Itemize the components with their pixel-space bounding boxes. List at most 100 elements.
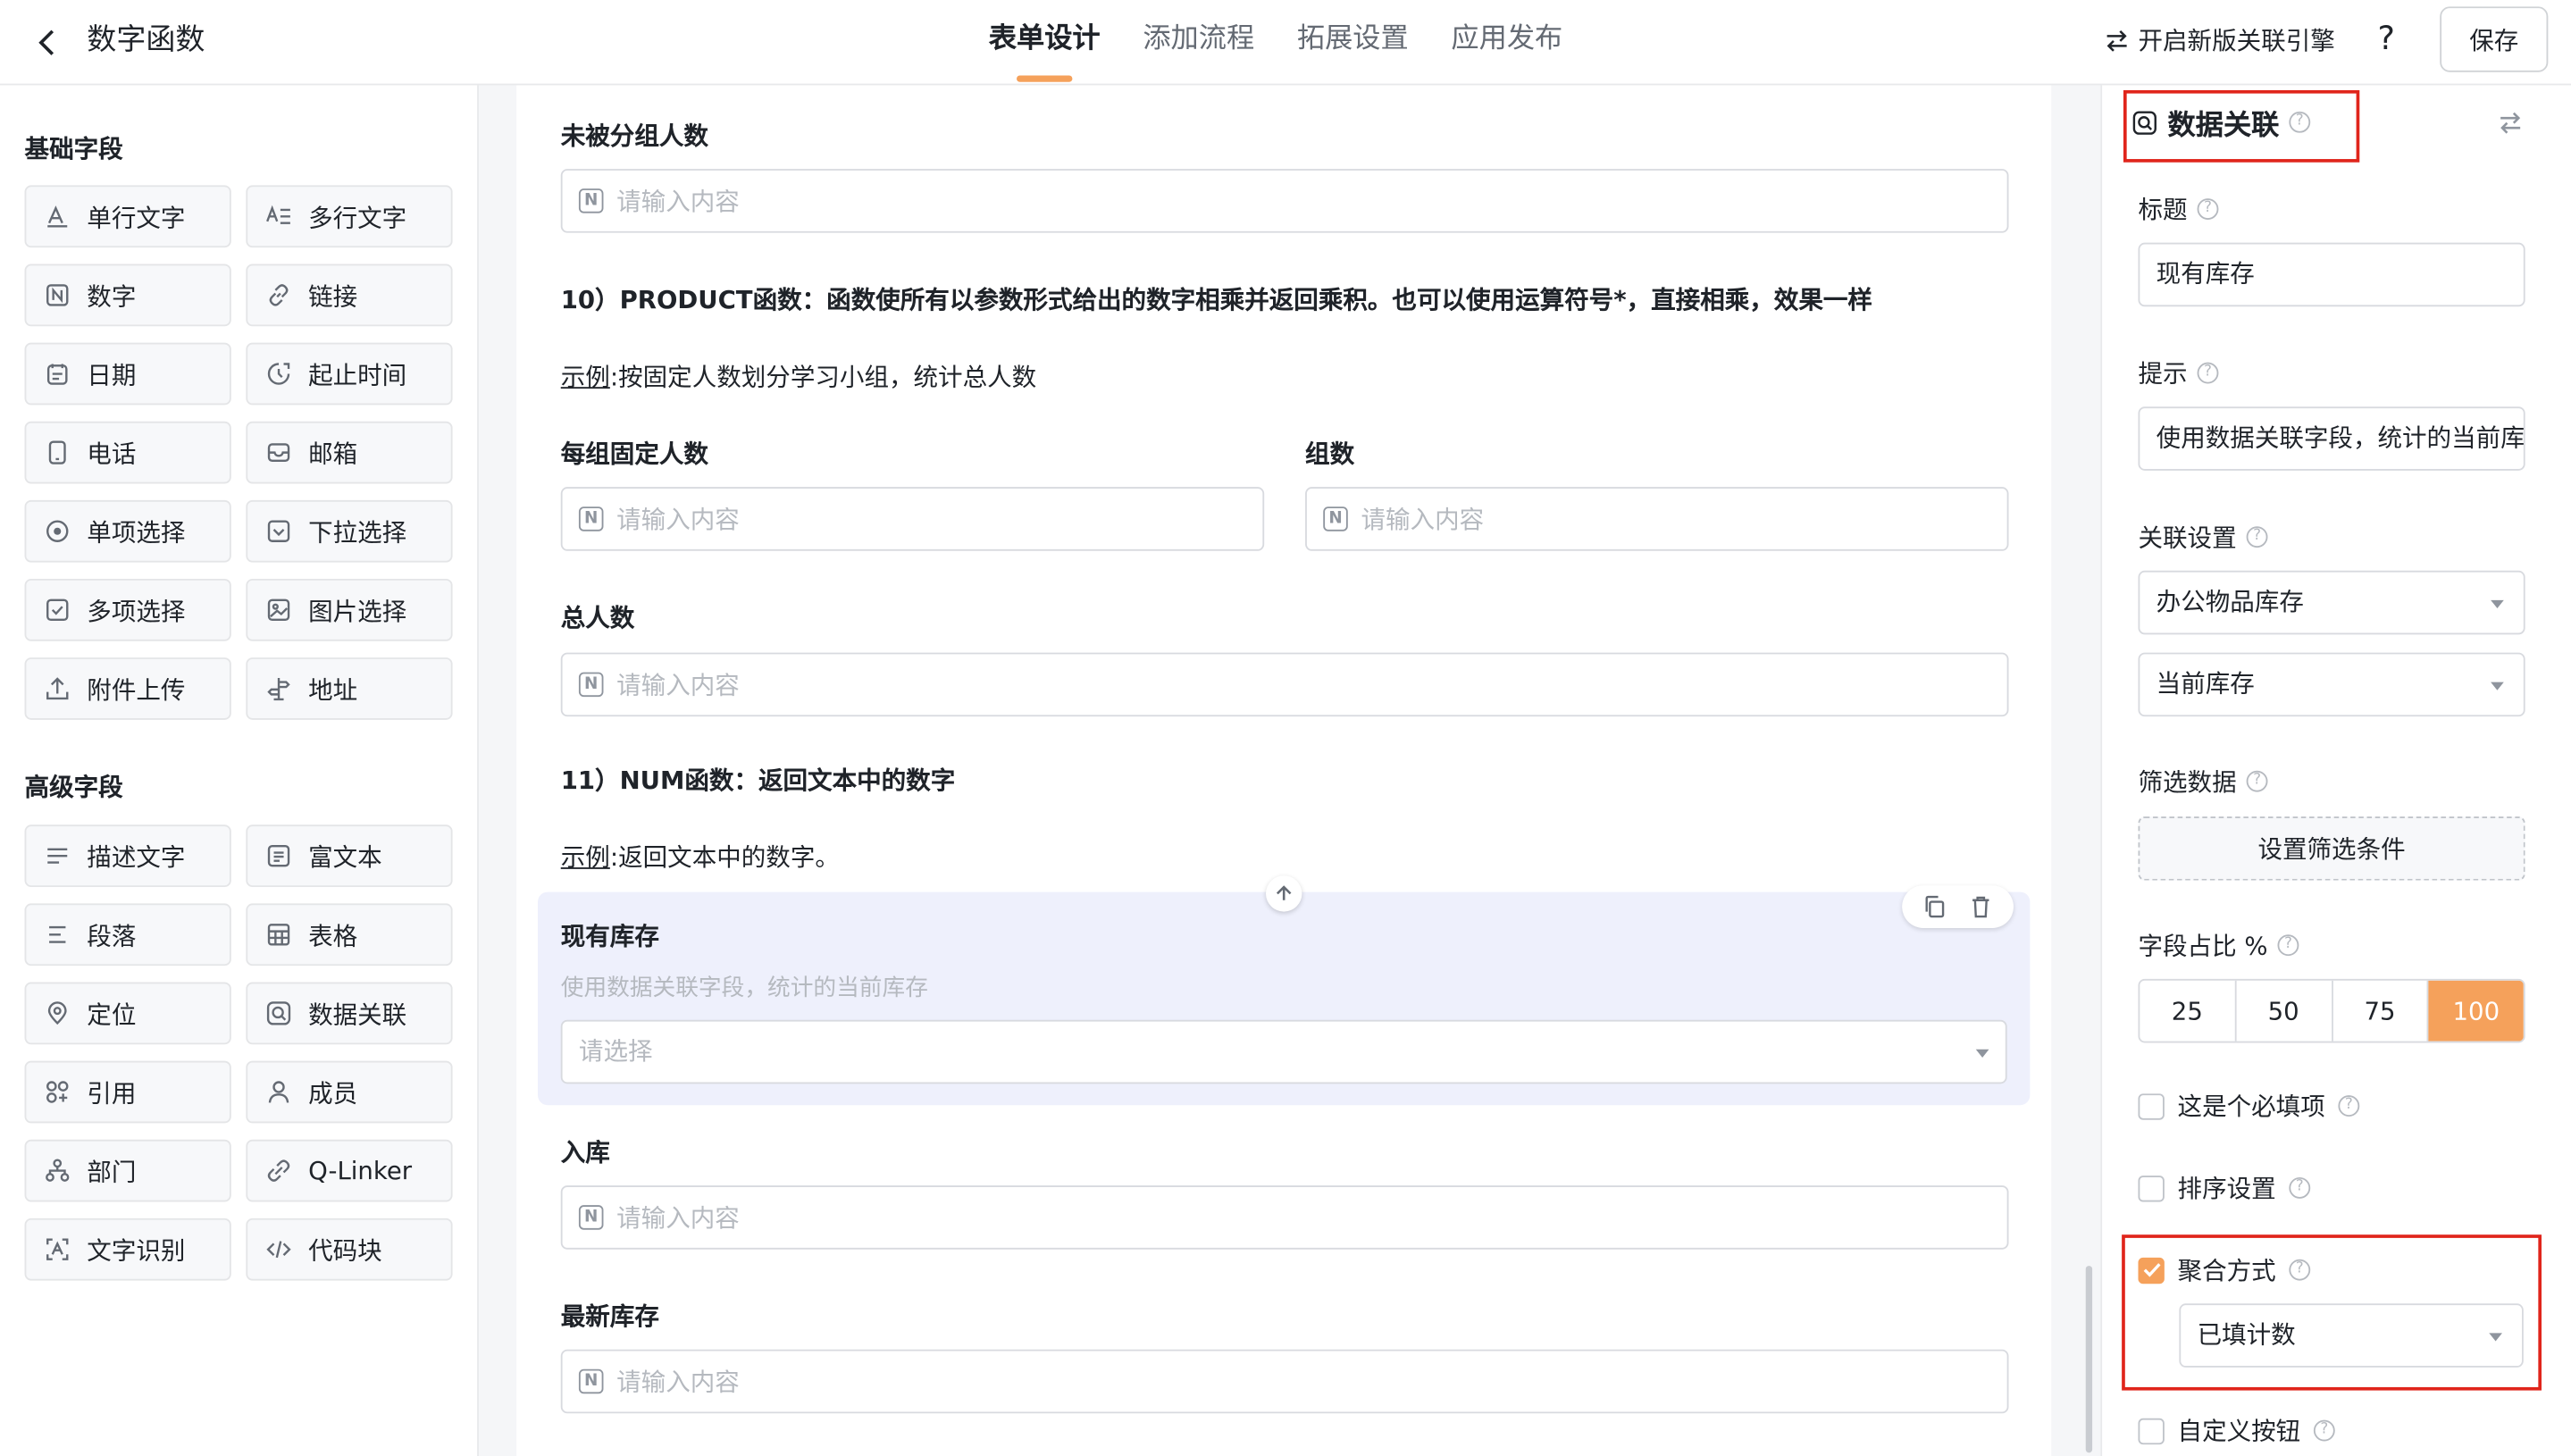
field-type-image[interactable]: 图片选择	[246, 578, 453, 641]
save-button[interactable]: 保存	[2440, 6, 2549, 72]
field-type-ocr[interactable]: 文字识别	[24, 1218, 231, 1281]
input-placeholder: 请输入内容	[1361, 505, 1485, 535]
latest-input[interactable]: N 请输入内容	[560, 1349, 2009, 1414]
back-button[interactable]	[26, 21, 69, 64]
hint-input[interactable]: 使用数据关联字段，统计的当前库存	[2138, 406, 2525, 471]
image-icon	[265, 597, 291, 623]
help-circle-icon[interactable]: ?	[2289, 1176, 2311, 1199]
ratio-option-100[interactable]: 100	[2428, 980, 2524, 1042]
rich-text-icon	[265, 842, 291, 868]
set-filter-button[interactable]: 设置筛选条件	[2138, 816, 2525, 881]
field-label-per-group: 每组固定人数	[560, 439, 708, 469]
field-type-label: 表格	[308, 920, 358, 950]
link-field-select[interactable]: 当前库存	[2138, 652, 2525, 717]
field-type-number[interactable]: 数字	[24, 264, 231, 327]
current-stock-select[interactable]: 请选择	[560, 1019, 2007, 1084]
help-circle-icon[interactable]: ?	[2277, 934, 2299, 957]
ratio-option-75[interactable]: 75	[2332, 980, 2429, 1042]
field-type-link[interactable]: 链接	[246, 264, 453, 327]
basic-fields-grid: 单行文字 多行文字 数字 链接 日期 起止时间电话 邮箱单项选择 下拉选择多项选择 图片选择 附件…	[24, 185, 455, 720]
groups-input[interactable]: N 请输入内容	[1305, 487, 2009, 551]
help-circle-icon[interactable]: ?	[2246, 770, 2268, 792]
field-type-mail[interactable]: 邮箱	[246, 421, 453, 484]
field-type-code[interactable]: 代码块	[246, 1218, 453, 1281]
help-circle-icon[interactable]: ?	[2246, 526, 2268, 548]
copy-button[interactable]	[1922, 893, 1947, 919]
field-type-reference[interactable]: 引用	[24, 1060, 231, 1124]
aggregate-checkbox[interactable]	[2138, 1256, 2165, 1284]
product-function-title: 10）PRODUCT函数：函数使所有以参数形式给出的数字相乘并返回乘积。也可以使…	[560, 285, 1872, 315]
field-type-label: 引用	[87, 1077, 137, 1108]
delete-button[interactable]	[1968, 893, 1994, 919]
field-type-dropdown[interactable]: 下拉选择	[246, 499, 453, 563]
tab-add-flow[interactable]: 添加流程	[1121, 0, 1276, 85]
field-type-label: 数据关联	[308, 999, 407, 1029]
field-type-label: 下拉选择	[308, 517, 407, 548]
field-type-multi-line-text[interactable]: 多行文字	[246, 185, 453, 248]
field-type-description[interactable]: 描述文字	[24, 824, 231, 888]
per-group-input[interactable]: N 请输入内容	[560, 487, 1265, 551]
chevron-left-icon	[38, 29, 54, 55]
ocr-icon	[45, 1236, 71, 1262]
example-word: 示例	[560, 362, 610, 392]
ungrouped-input[interactable]: N 请输入内容	[560, 169, 2009, 233]
tab-extension[interactable]: 拓展设置	[1276, 0, 1430, 85]
time-range-icon	[265, 361, 291, 387]
field-type-phone[interactable]: 电话	[24, 421, 231, 484]
field-type-member[interactable]: 成员	[246, 1060, 453, 1124]
field-type-paragraph[interactable]: 段落	[24, 903, 231, 966]
help-circle-icon[interactable]: ?	[2289, 1259, 2311, 1281]
code-icon	[265, 1236, 291, 1262]
help-icon[interactable]: ?	[2377, 18, 2395, 57]
field-type-signpost[interactable]: 地址	[246, 657, 453, 720]
field-type-department[interactable]: 部门	[24, 1139, 231, 1202]
paragraph-icon	[45, 922, 71, 948]
field-type-rich-text[interactable]: 富文本	[246, 824, 453, 888]
help-circle-icon[interactable]: ?	[2197, 362, 2219, 384]
field-type-data-link[interactable]: 数据关联	[246, 982, 453, 1045]
field-type-label: 起止时间	[308, 359, 407, 389]
sort-checkbox[interactable]	[2138, 1175, 2165, 1201]
field-type-label: 单项选择	[87, 517, 186, 548]
field-type-checkbox[interactable]: 多项选择	[24, 578, 231, 641]
help-circle-icon[interactable]: ?	[2338, 1095, 2360, 1117]
tab-publish[interactable]: 应用发布	[1430, 0, 1585, 85]
field-type-single-line-text[interactable]: 单行文字	[24, 185, 231, 248]
help-circle-icon[interactable]: ?	[2197, 198, 2219, 220]
radio-icon	[45, 518, 71, 544]
num-function-title: 11）NUM函数：返回文本中的数字	[560, 766, 956, 796]
tab-form-design[interactable]: 表单设计	[967, 0, 1122, 85]
help-circle-icon[interactable]: ?	[2313, 1419, 2335, 1442]
field-type-label: Q-Linker	[308, 1156, 413, 1186]
selected-field-block[interactable]: 现有库存 使用数据关联字段，统计的当前库存 请选择	[538, 891, 2031, 1106]
upload-icon	[45, 675, 71, 701]
caret-down-icon	[2489, 1333, 2502, 1342]
canvas-scrollbar[interactable]	[2085, 1266, 2093, 1453]
ratio-option-25[interactable]: 25	[2140, 980, 2237, 1042]
required-checkbox[interactable]	[2138, 1092, 2165, 1119]
required-row: 这是个必填项 ?	[2138, 1089, 2360, 1124]
ratio-option-50[interactable]: 50	[2236, 980, 2332, 1042]
link-source-select[interactable]: 办公物品库存	[2138, 570, 2525, 635]
field-type-table[interactable]: 表格	[246, 903, 453, 966]
link-source-value: 办公物品库存	[2156, 587, 2304, 617]
field-type-calendar[interactable]: 日期	[24, 342, 231, 406]
swap-icon[interactable]	[2496, 108, 2525, 138]
highlight-box-title	[2123, 89, 2360, 163]
field-type-radio[interactable]: 单项选择	[24, 499, 231, 563]
field-type-qlinker[interactable]: Q-Linker	[246, 1139, 453, 1202]
move-up-button[interactable]	[1266, 875, 1302, 912]
title-input[interactable]: 现有库存	[2138, 242, 2525, 307]
field-type-location[interactable]: 定位	[24, 982, 231, 1045]
mail-icon	[265, 439, 291, 465]
field-type-time-range[interactable]: 起止时间	[246, 342, 453, 406]
inbound-input[interactable]: N 请输入内容	[560, 1185, 2009, 1250]
arrow-up-icon	[1276, 885, 1292, 900]
new-engine-toggle[interactable]: 开启新版关联引擎	[2106, 23, 2335, 58]
custom-button-checkbox[interactable]	[2138, 1417, 2165, 1444]
aggregate-select[interactable]: 已填计数	[2179, 1303, 2524, 1368]
number-icon: N	[578, 188, 604, 213]
swap-icon	[2106, 29, 2127, 51]
total-input[interactable]: N 请输入内容	[560, 652, 2009, 717]
field-type-upload[interactable]: 附件上传	[24, 657, 231, 720]
